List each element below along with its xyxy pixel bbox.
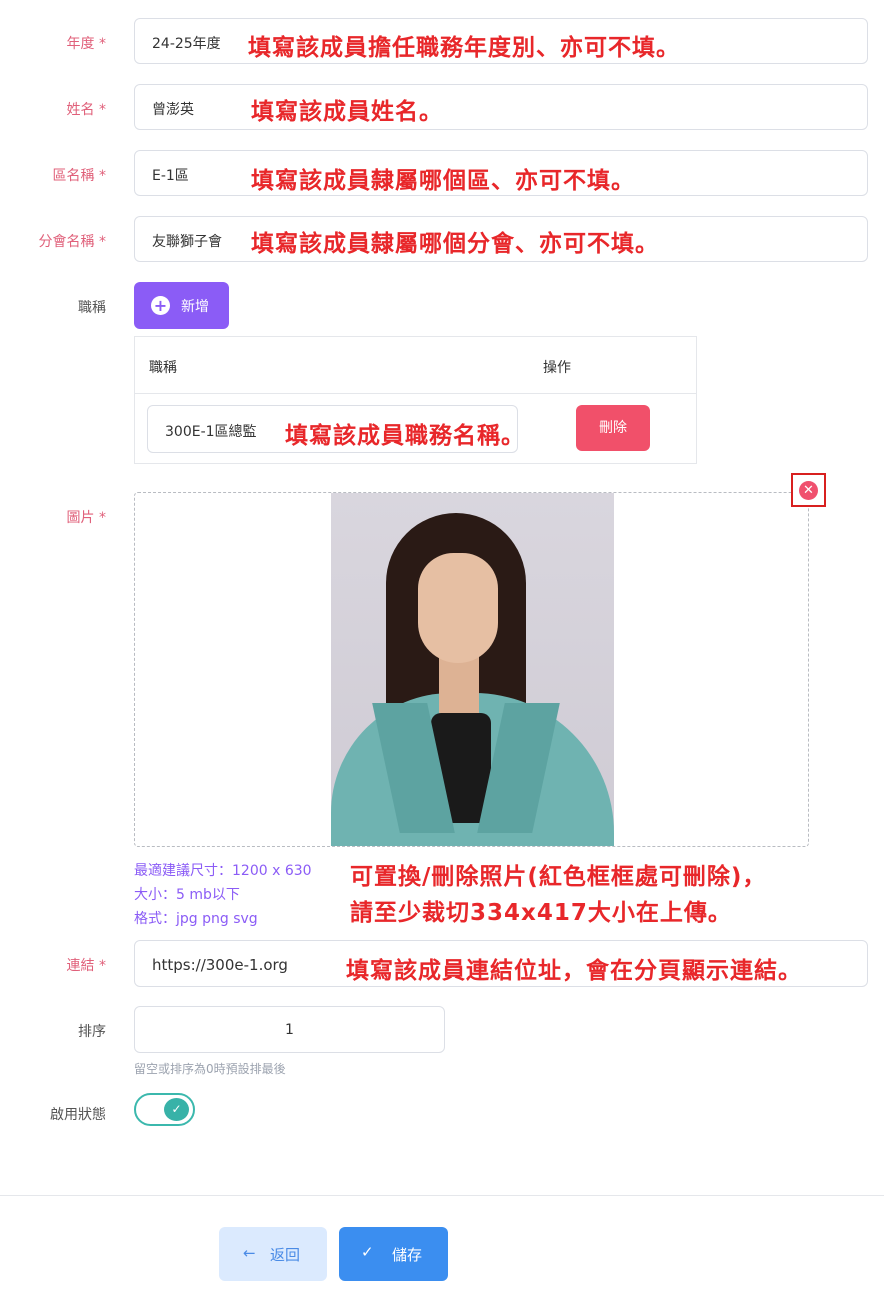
image-upload-area[interactable] xyxy=(134,492,809,847)
image-hint-size: 最適建議尺寸：1200 x 630 xyxy=(134,863,312,879)
name-label: 姓名 * xyxy=(66,102,106,118)
link-annotation: 填寫該成員連結位址，會在分頁顯示連結。 xyxy=(346,958,802,984)
image-annotation-line2: 請至少裁切334x417大小在上傳。 xyxy=(350,900,732,926)
title-row-input-value: 300E-1區總監 xyxy=(165,424,257,440)
club-label: 分會名稱 * xyxy=(38,234,106,250)
image-hint-format: 格式：jpg png svg xyxy=(134,911,258,927)
image-hint-filesize: 大小：5 mb以下 xyxy=(134,887,240,903)
year-label: 年度 * xyxy=(66,36,106,52)
district-annotation: 填寫該成員隸屬哪個區、亦可不填。 xyxy=(251,168,635,194)
title-table-header: 職稱 操作 xyxy=(135,337,696,394)
title-section-label: 職稱 xyxy=(78,300,106,316)
table-header-title: 職稱 xyxy=(149,360,177,376)
link-label: 連結 * xyxy=(66,958,106,974)
name-input[interactable]: 曾澎英 xyxy=(134,84,868,130)
member-photo xyxy=(331,493,614,846)
sort-hint: 留空或排序為0時預設排最後 xyxy=(134,1062,286,1076)
plus-circle-icon: + xyxy=(151,296,170,315)
name-annotation: 填寫該成員姓名。 xyxy=(251,99,443,125)
sort-input-value: 1 xyxy=(285,1022,294,1038)
club-annotation: 填寫該成員隸屬哪個分會、亦可不填。 xyxy=(251,231,659,257)
arrow-left-icon: ← xyxy=(243,1244,256,1262)
name-input-value: 曾澎英 xyxy=(152,102,194,118)
delete-title-button[interactable]: 刪除 xyxy=(576,405,650,451)
year-input-value: 24-25年度 xyxy=(152,36,221,52)
check-icon: ✓ xyxy=(361,1243,374,1261)
back-button-label: 返回 xyxy=(270,1246,301,1264)
title-annotation: 填寫該成員職務名稱。 xyxy=(285,423,525,449)
save-button[interactable]: ✓ 儲存 xyxy=(339,1227,448,1281)
add-title-button-label: 新增 xyxy=(181,299,209,315)
save-button-label: 儲存 xyxy=(392,1246,423,1264)
table-header-actions: 操作 xyxy=(543,360,571,376)
district-input-value: E-1區 xyxy=(152,168,189,184)
club-input-value: 友聯獅子會 xyxy=(152,234,222,250)
footer-divider xyxy=(0,1195,884,1196)
link-input-value: https://300e-1.org xyxy=(152,956,288,974)
close-icon[interactable]: ✕ xyxy=(799,481,818,500)
check-icon: ✓ xyxy=(164,1098,189,1121)
year-annotation: 填寫該成員擔任職務年度別、亦可不填。 xyxy=(248,35,680,61)
sort-input[interactable]: 1 xyxy=(134,1006,445,1053)
status-label: 啟用狀態 xyxy=(50,1107,106,1123)
image-annotation-line1: 可置換/刪除照片(紅色框框處可刪除)， xyxy=(350,864,767,890)
status-toggle[interactable]: ✓ xyxy=(134,1093,195,1126)
district-label: 區名稱 * xyxy=(52,168,106,184)
remove-image-highlight[interactable]: ✕ xyxy=(791,473,826,507)
sort-label: 排序 xyxy=(78,1024,106,1040)
image-label: 圖片 * xyxy=(66,510,106,526)
back-button[interactable]: ← 返回 xyxy=(219,1227,327,1281)
add-title-button[interactable]: + 新增 xyxy=(134,282,229,329)
